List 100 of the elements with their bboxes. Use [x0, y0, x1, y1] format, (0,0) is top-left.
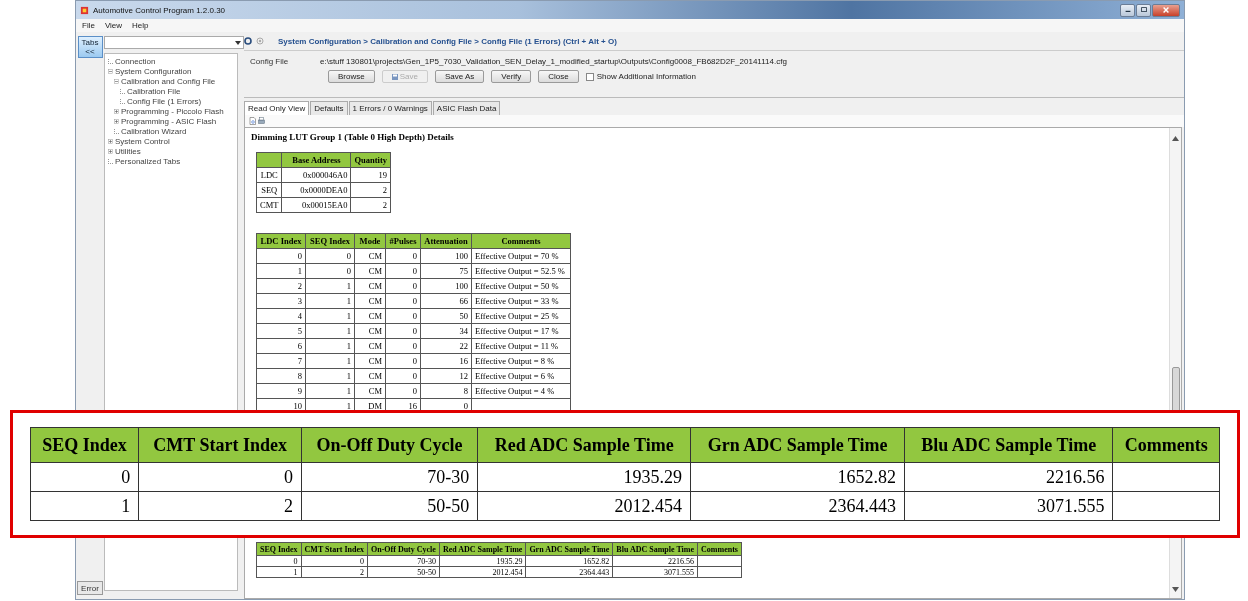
table-cell: Effective Output = 11 % — [471, 338, 571, 354]
column-header: Grn ADC Sample Time — [525, 542, 613, 556]
table-cell: 1 — [305, 293, 355, 309]
forward-icon — [256, 37, 264, 45]
table-cell: 0 — [385, 248, 421, 264]
minimize-button[interactable] — [1120, 3, 1135, 17]
table-cell: 12 — [420, 368, 472, 384]
table-cell: 6 — [256, 338, 306, 354]
scroll-up-icon — [1172, 136, 1179, 141]
close-button[interactable] — [1152, 3, 1180, 17]
table-cell: 19 — [350, 167, 391, 183]
table-cell: 0 — [305, 248, 355, 264]
expand-icon[interactable] — [114, 118, 119, 124]
tree-item[interactable]: System Control — [115, 136, 170, 146]
collapse-icon[interactable] — [114, 78, 119, 84]
table-cell: LDC — [256, 167, 282, 183]
tab[interactable]: Read Only View — [244, 101, 310, 115]
column-header: Blu ADC Sample Time — [904, 427, 1113, 463]
tree-item[interactable]: Connection — [115, 56, 156, 66]
table-cell: 0 — [301, 555, 368, 567]
menu-item[interactable]: File — [82, 21, 95, 30]
app-icon — [80, 5, 89, 15]
table-cell: 0x000046A0 — [281, 167, 351, 183]
scroll-thumb[interactable] — [1171, 367, 1180, 412]
table-cell: CM — [354, 368, 386, 384]
column-header: On-Off Duty Cycle — [367, 542, 440, 556]
table-cell: 2012.454 — [439, 566, 526, 578]
window-title: Automotive Control Program 1.2.0.30 — [93, 5, 227, 15]
table-cell: 9 — [256, 383, 306, 399]
table-cell: 16 — [420, 353, 472, 369]
tab[interactable]: 1 Errors / 0 Warnings — [348, 101, 432, 115]
back-icon — [244, 37, 252, 45]
table-cell: CM — [354, 248, 386, 264]
tab[interactable]: Defaults — [310, 101, 348, 115]
table-cell: 0 — [385, 323, 421, 339]
table-cell: 0x00015EA0 — [281, 197, 351, 213]
table-cell: 0 — [256, 248, 306, 264]
dropdown[interactable] — [104, 36, 244, 49]
column-header: SEQ Index — [305, 233, 355, 249]
tabs-toggle-button[interactable]: Tabs << — [77, 36, 103, 58]
column-header: #Pulses — [385, 233, 421, 249]
button[interactable]: Close — [538, 70, 579, 83]
table-cell: Effective Output = 8 % — [471, 353, 571, 369]
menu-item[interactable]: Help — [132, 21, 149, 30]
column-header: Blu ADC Sample Time — [612, 542, 698, 556]
table-cell: 22 — [420, 338, 472, 354]
table-cell: Effective Output = 70 % — [471, 248, 571, 264]
table-cell: 1 — [305, 383, 355, 399]
tree-item[interactable]: System Configuration — [115, 66, 192, 76]
maximize-button[interactable] — [1136, 3, 1151, 17]
column-header: Comments — [1112, 427, 1220, 463]
table-cell: 1 — [256, 263, 306, 279]
scroll-down-icon — [1172, 587, 1179, 592]
table-cell: 0 — [385, 278, 421, 294]
checkbox[interactable] — [585, 72, 594, 81]
table-cell: Effective Output = 4 % — [471, 383, 571, 399]
table-cell: Effective Output = 33 % — [471, 293, 571, 309]
table-cell: 34 — [420, 323, 472, 339]
column-header: Quantity — [350, 152, 391, 168]
tree-item[interactable]: Calibration Wizard — [121, 126, 187, 136]
table-cell: 2 — [350, 182, 391, 198]
tree-item[interactable]: Programming - Piccolo Flash — [121, 106, 224, 116]
expand-icon[interactable] — [108, 138, 113, 144]
table-cell: 2 — [138, 491, 302, 521]
tree-item[interactable]: Programming - ASIC Flash — [121, 116, 217, 126]
table-cell: 1 — [305, 338, 355, 354]
column-header: Red ADC Sample Time — [477, 427, 691, 463]
collapse-icon[interactable] — [108, 68, 113, 74]
table-cell: 2 — [256, 278, 306, 294]
table-cell: 1 — [305, 278, 355, 294]
header-cell — [256, 152, 282, 168]
expand-icon[interactable] — [108, 148, 113, 154]
table-cell: CM — [354, 323, 386, 339]
tree-item[interactable]: Personalized Tabs — [115, 156, 181, 166]
table-cell: 0 — [385, 293, 421, 309]
menu-item[interactable]: View — [104, 21, 123, 30]
expand-icon[interactable] — [114, 108, 119, 114]
tree-item[interactable]: Utilities — [115, 146, 141, 156]
error-button[interactable]: Error — [77, 581, 103, 595]
table-cell: SEQ — [256, 182, 282, 198]
close-icon — [1162, 6, 1170, 14]
tree-item[interactable]: Config File (1 Errors) — [127, 96, 202, 106]
table-cell: CM — [354, 338, 386, 354]
table-cell: 0 — [305, 263, 355, 279]
button[interactable]: Save As — [434, 70, 485, 83]
table-cell: CM — [354, 278, 386, 294]
table-cell: 100 — [420, 248, 472, 264]
table-cell: CM — [354, 353, 386, 369]
tree-item[interactable]: Calibration and Config File — [121, 76, 216, 86]
table-cell: 0 — [385, 383, 421, 399]
table-cell: 2 — [301, 566, 368, 578]
button[interactable]: Browse — [328, 70, 375, 83]
table-cell: CM — [354, 383, 386, 399]
tab[interactable]: ASIC Flash Data — [432, 101, 501, 115]
table-cell: 66 — [420, 293, 472, 309]
column-header: Red ADC Sample Time — [439, 542, 526, 556]
table-cell: 0 — [385, 308, 421, 324]
button[interactable]: Verify — [491, 70, 532, 83]
tree-item[interactable]: Calibration File — [127, 86, 181, 96]
table-cell: 1 — [30, 491, 139, 521]
